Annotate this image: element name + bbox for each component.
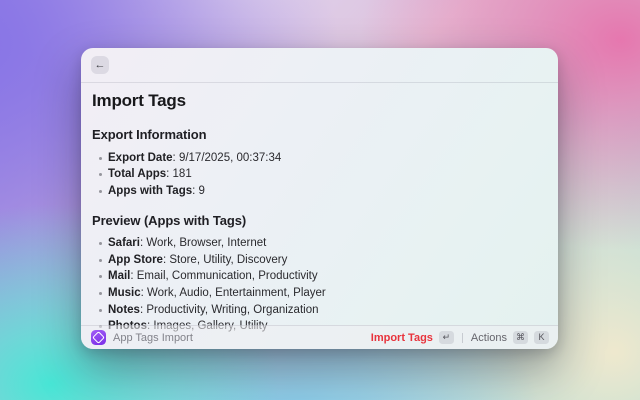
list-item: Export Date: 9/17/2025, 00:37:34	[92, 150, 547, 167]
back-arrow-icon: ←	[95, 59, 106, 71]
item-value: 9	[199, 185, 205, 197]
item-label: App Store	[108, 254, 163, 266]
detail-content: Import Tags Export Information Export Da…	[81, 83, 558, 335]
item-label: Total Apps	[108, 168, 166, 180]
tag-glyph-icon	[92, 331, 105, 344]
list-item: App Store: Store, Utility, Discovery	[92, 252, 547, 269]
item-label: Music	[108, 287, 141, 299]
cmd-key-badge[interactable]: ⌘	[513, 331, 528, 344]
item-value: Work, Audio, Entertainment, Player	[147, 287, 326, 299]
item-label: Mail	[108, 270, 130, 282]
item-value: 9/17/2025, 00:37:34	[179, 152, 281, 164]
item-value: Work, Browser, Internet	[146, 237, 266, 249]
actions-menu-label[interactable]: Actions	[471, 332, 507, 344]
list-item: Notes: Productivity, Writing, Organizati…	[92, 302, 547, 319]
footer-divider	[462, 333, 463, 343]
item-label: Notes	[108, 304, 140, 316]
item-value: Productivity, Writing, Organization	[146, 304, 318, 316]
window-header: ←	[81, 48, 558, 83]
list-item: Music: Work, Audio, Entertainment, Playe…	[92, 285, 547, 302]
page-title: Import Tags	[92, 90, 547, 111]
item-label: Export Date	[108, 152, 173, 164]
raycast-window: ← Import Tags Export Information Export …	[81, 48, 558, 349]
item-label: Safari	[108, 237, 140, 249]
section: Export Information Export Date: 9/17/202…	[92, 127, 547, 199]
bullet-list: Safari: Work, Browser, Internet App Stor…	[92, 235, 547, 335]
list-item: Total Apps: 181	[92, 166, 547, 183]
section-heading: Preview (Apps with Tags)	[92, 213, 547, 229]
bullet-list: Export Date: 9/17/2025, 00:37:34 Total A…	[92, 150, 547, 200]
sections-container: Export Information Export Date: 9/17/202…	[92, 127, 547, 335]
k-key-badge[interactable]: K	[534, 331, 549, 344]
window-footer: App Tags Import Import Tags ↵ Actions ⌘ …	[81, 325, 558, 349]
primary-action-label[interactable]: Import Tags	[371, 332, 433, 344]
tag-icon	[91, 330, 106, 345]
item-value: Store, Utility, Discovery	[169, 254, 287, 266]
list-item: Safari: Work, Browser, Internet	[92, 235, 547, 252]
back-button[interactable]: ←	[91, 56, 109, 74]
item-value: Email, Communication, Productivity	[137, 270, 318, 282]
item-label: Apps with Tags	[108, 185, 192, 197]
enter-key-badge[interactable]: ↵	[439, 331, 454, 344]
section-heading: Export Information	[92, 127, 547, 143]
footer-actions: Import Tags ↵ Actions ⌘ K	[371, 331, 549, 344]
section: Preview (Apps with Tags) Safari: Work, B…	[92, 213, 547, 335]
item-value: 181	[173, 168, 192, 180]
list-item: Apps with Tags: 9	[92, 183, 547, 200]
list-item: Mail: Email, Communication, Productivity	[92, 268, 547, 285]
command-name-label: App Tags Import	[113, 332, 193, 344]
